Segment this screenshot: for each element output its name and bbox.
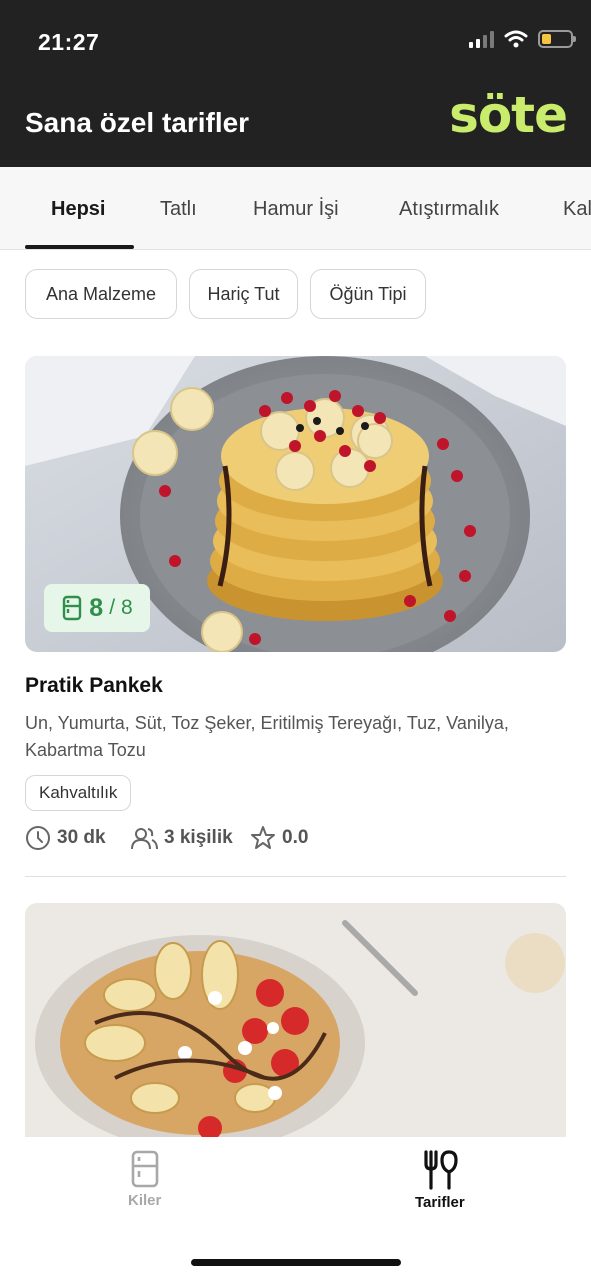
status-time: 21:27 <box>38 29 100 55</box>
home-indicator <box>191 1259 401 1266</box>
tab-tatli[interactable]: Tatlı <box>160 198 197 221</box>
battery-icon <box>538 30 576 48</box>
tab-hepsi[interactable]: Hepsi <box>51 198 105 221</box>
category-tabs: Hepsi Tatlı Hamur İşi Atıştırmalık Kal <box>0 167 591 250</box>
clock-icon <box>26 826 50 850</box>
app-header: 21:27 Sana özel tarifler söte <box>0 0 591 167</box>
pantry-match-badge: 8 / 8 <box>44 584 150 632</box>
recipe-rating-label: 0.0 <box>282 827 309 848</box>
page-title: Sana özel tarifler <box>25 107 250 138</box>
recipe-servings-label: 3 kişilik <box>164 827 233 848</box>
people-icon <box>131 828 158 850</box>
recipe-rating: 0.0 <box>250 825 308 851</box>
signal-icon <box>469 30 494 48</box>
pantry-separator: / <box>109 596 116 619</box>
app-logo: söte <box>449 86 568 144</box>
pantry-have-count: 8 <box>89 593 104 622</box>
recipe-servings: 3 kişilik <box>130 825 233 851</box>
wifi-icon <box>504 30 528 48</box>
recipe-time: 30 dk <box>25 825 106 851</box>
recipe-time-label: 30 dk <box>57 827 106 848</box>
recipe-ingredients: Un, Yumurta, Süt, Toz Şeker, Eritilmiş T… <box>25 713 509 760</box>
tab-kahvaltilik[interactable]: Kal <box>563 198 591 221</box>
filter-ana-malzeme[interactable]: Ana Malzeme <box>25 269 177 319</box>
fridge-icon <box>63 595 82 621</box>
nav-kiler-label: Kiler <box>128 1192 162 1209</box>
tab-atistirmalik[interactable]: Atıştırmalık <box>399 198 499 221</box>
fridge-icon <box>131 1150 158 1188</box>
recipe-tag: Kahvaltılık <box>25 775 132 811</box>
nav-tarifler-label: Tarifler <box>415 1194 465 1211</box>
tab-hamur-isi[interactable]: Hamur İşi <box>253 198 339 221</box>
star-icon <box>251 826 275 849</box>
status-icons <box>469 30 576 48</box>
pantry-total-count: 8 <box>121 596 133 619</box>
filter-ogun-tipi[interactable]: Öğün Tipi <box>310 269 426 319</box>
card-divider <box>25 876 566 877</box>
active-tab-indicator <box>25 245 134 249</box>
recipe-title[interactable]: Pratik Pankek <box>25 674 163 698</box>
filter-haric-tut[interactable]: Hariç Tut <box>189 269 298 319</box>
recipe-image-crepe[interactable] <box>25 903 566 1137</box>
nav-kiler[interactable]: Kiler <box>128 1150 161 1209</box>
fork-knife-icon <box>424 1150 458 1190</box>
nav-tarifler[interactable]: Tarifler <box>415 1150 465 1211</box>
